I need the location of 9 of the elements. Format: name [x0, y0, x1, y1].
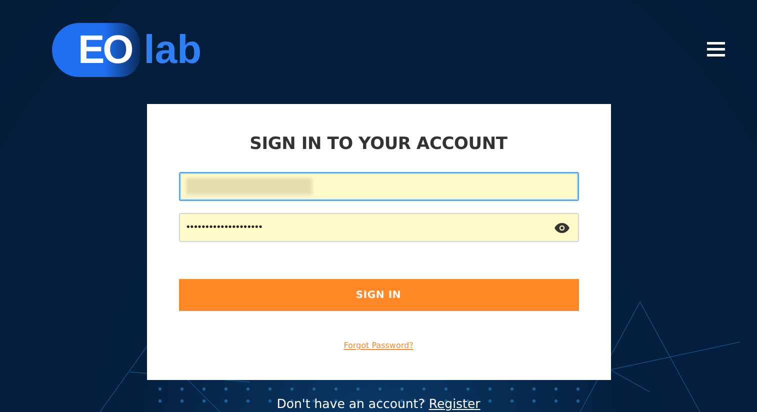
card-title: SIGN IN TO YOUR ACCOUNT	[250, 134, 508, 154]
menu-icon[interactable]	[707, 42, 725, 57]
eye-icon[interactable]	[554, 222, 570, 234]
email-field[interactable]	[178, 172, 578, 201]
logo-word: lab	[144, 28, 202, 72]
logo-mark: EO	[52, 23, 140, 77]
password-field[interactable]: ••••••••••••••••••••	[178, 213, 578, 242]
register-link[interactable]: Register	[428, 396, 480, 411]
register-prompt: Don't have an account?	[276, 396, 425, 411]
